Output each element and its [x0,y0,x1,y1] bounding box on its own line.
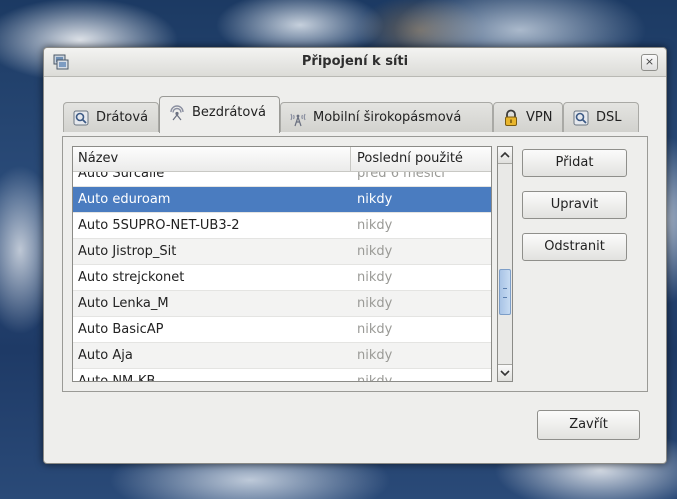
title-bar[interactable]: Připojení k síti × [44,48,666,77]
connections-list[interactable]: Název Poslední použité Auto Surcalle pře… [72,146,492,382]
connection-last-used: nikdy [357,270,393,285]
column-header-name[interactable]: Název [73,147,351,171]
connection-name: Auto Aja [78,348,133,363]
list-row[interactable]: Auto Lenka_M nikdy [73,291,491,317]
network-connections-dialog: Připojení k síti × Drátová Bezdrátová Mo… [43,47,667,464]
dsl-icon [572,109,590,127]
list-row[interactable]: Auto Aja nikdy [73,343,491,369]
tab-mobile-broadband[interactable]: Mobilní širokopásmová [280,102,493,132]
tab-wireless-label: Bezdrátová [192,104,267,120]
tab-wireless[interactable]: Bezdrátová [159,96,280,133]
connection-last-used: nikdy [357,244,393,259]
connection-name: Auto 5SUPRO-NET-UB3-2 [78,218,240,233]
list-row[interactable]: Auto 5SUPRO-NET-UB3-2 nikdy [73,213,491,239]
connection-name: Auto strejckonet [78,270,185,285]
scrollbar-thumb[interactable] [499,269,511,315]
close-window-button[interactable]: × [641,54,658,71]
chevron-down-icon [500,370,510,377]
window-title: Připojení k síti [301,54,409,69]
tab-mobile-broadband-label: Mobilní širokopásmová [313,110,462,125]
connection-last-used: nikdy [357,192,393,207]
connection-name: Auto Lenka_M [78,296,169,311]
connection-name: Auto NM-KB [78,374,156,382]
add-button[interactable]: Přidat [522,149,627,177]
close-button[interactable]: Zavřít [537,410,640,440]
connection-last-used: nikdy [357,374,393,382]
tab-vpn[interactable]: VPN [493,102,563,132]
column-header-last-used[interactable]: Poslední použité [351,147,463,171]
list-rows: Auto Surcalle před 6 měsíci Auto eduroam… [73,161,491,382]
list-row[interactable]: Auto strejckonet nikdy [73,265,491,291]
connection-name: Auto BasicAP [78,322,164,337]
list-row[interactable]: Auto Jistrop_Sit nikdy [73,239,491,265]
connection-last-used: nikdy [357,348,393,363]
connection-last-used: nikdy [357,322,393,337]
wireless-tab-panel: Název Poslední použité Auto Surcalle pře… [62,136,648,392]
list-row[interactable]: Auto BasicAP nikdy [73,317,491,343]
wireless-icon [168,103,186,121]
scroll-down-button[interactable] [498,364,512,381]
tab-dsl[interactable]: DSL [563,102,639,132]
tab-dsl-label: DSL [596,110,622,125]
connection-name: Auto eduroam [78,192,171,207]
wired-network-icon [72,109,90,127]
delete-button[interactable]: Odstranit [522,233,627,261]
tab-wired-label: Drátová [96,110,149,125]
scroll-up-button[interactable] [498,147,512,164]
antenna-icon [289,109,307,127]
connection-last-used: nikdy [357,218,393,233]
tab-vpn-label: VPN [526,110,553,125]
list-row[interactable]: Auto NM-KB nikdy [73,369,491,382]
chevron-up-icon [500,151,510,158]
connection-name: Auto Jistrop_Sit [78,244,177,259]
connection-last-used: nikdy [357,296,393,311]
lock-icon [502,109,520,127]
tab-wired[interactable]: Drátová [63,102,159,132]
edit-button[interactable]: Upravit [522,191,627,219]
list-scrollbar[interactable] [497,146,513,382]
list-header: Název Poslední použité [73,147,491,172]
list-row-selected[interactable]: Auto eduroam nikdy [73,187,491,213]
